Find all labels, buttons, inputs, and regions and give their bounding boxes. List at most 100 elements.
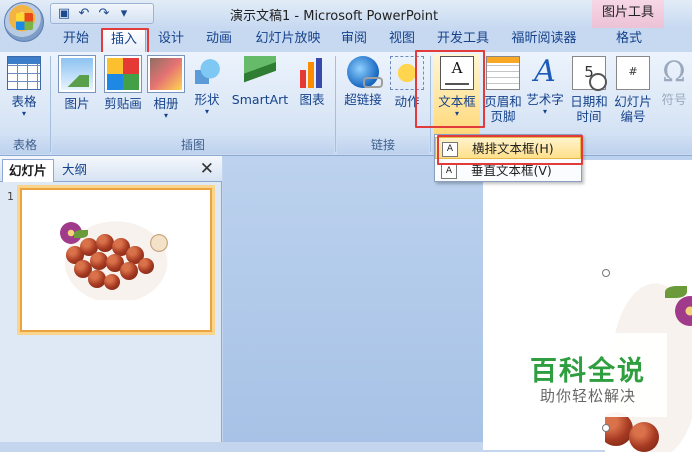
calendar-glyph: 5 [584, 63, 594, 81]
contextual-tab-picture-tools: 图片工具 [592, 0, 664, 28]
textbox-button[interactable]: A 文本框 ▾ [434, 54, 480, 134]
tab-home[interactable]: 开始 [56, 28, 96, 52]
tab-foxit[interactable]: 福昕阅读器 [504, 28, 584, 52]
garnish-leaf [74, 230, 88, 238]
horizontal-textbox-icon: A [442, 142, 458, 157]
wordart-button-label: 艺术字 [526, 92, 564, 107]
shapes-button[interactable]: 形状 ▾ [188, 54, 226, 116]
clipart-button[interactable]: 剪贴画 [100, 54, 146, 111]
tab-developer[interactable]: 开发工具 [430, 28, 496, 52]
action-icon [390, 56, 424, 90]
meatball [138, 258, 154, 274]
hyperlink-button-label: 超链接 [344, 92, 382, 107]
slides-panel: 幻灯片 大纲 ✕ 1 [0, 156, 222, 442]
undo-icon[interactable]: ↶ [77, 6, 91, 21]
tab-outline[interactable]: 大纲 [56, 159, 93, 181]
textbox-icon: A [440, 56, 474, 90]
picture-icon [58, 55, 96, 93]
hyperlink-button[interactable]: 超链接 [340, 54, 386, 107]
panel-tabs: 幻灯片 大纲 ✕ [0, 156, 222, 182]
hyperlink-icon [347, 56, 383, 88]
quick-access-toolbar: ▣ ↶ ↷ ▾ [50, 3, 154, 24]
chevron-down-icon: ▾ [21, 109, 26, 118]
wordart-button[interactable]: A 艺术字 ▾ [524, 54, 566, 117]
datetime-label-line2: 时间 [576, 109, 602, 124]
menu-item-vertical-textbox[interactable]: A 垂直文本框(V) [435, 160, 581, 182]
food-image [58, 216, 174, 300]
redo-icon[interactable]: ↷ [97, 6, 111, 21]
watermark-title: 百科全说 [530, 356, 646, 387]
smartart-button[interactable]: SmartArt [228, 54, 292, 107]
datetime-label: 日期和 [570, 94, 608, 109]
action-button-label: 动作 [394, 94, 420, 109]
album-icon [147, 55, 185, 93]
shapes-button-label: 形状 [194, 92, 220, 107]
symbol-icon: Ω [662, 55, 686, 88]
slide-thumbnail[interactable] [20, 188, 212, 332]
watermark: 百科全说 助你轻松解决 [509, 333, 667, 417]
tab-animations[interactable]: 动画 [198, 28, 240, 52]
tab-format[interactable]: 格式 [596, 28, 662, 52]
close-icon[interactable]: ✕ [200, 158, 214, 180]
sauce-dish [150, 234, 168, 252]
tab-review[interactable]: 审阅 [334, 28, 374, 52]
symbol-button[interactable]: Ω 符号 [656, 54, 692, 108]
header-footer-label: 页眉和 [484, 94, 522, 109]
meatball [120, 262, 138, 280]
picture-button[interactable]: 图片 [58, 54, 96, 111]
action-button[interactable]: 动作 [388, 54, 426, 109]
table-button[interactable]: 表格 ▾ [4, 54, 44, 118]
tab-slides[interactable]: 幻灯片 [2, 159, 54, 182]
resize-handle[interactable] [602, 269, 610, 277]
tab-insert[interactable]: 插入 [102, 28, 146, 53]
slide-number-label-line2: 编号 [620, 109, 646, 124]
shapes-icon [191, 56, 223, 88]
clipart-icon [104, 55, 142, 93]
table-icon [7, 56, 41, 90]
header-footer-button[interactable]: 页眉和 页脚 [482, 54, 524, 124]
chevron-down-icon: ▾ [542, 107, 547, 116]
watermark-subtitle: 助你轻松解决 [539, 387, 636, 405]
window-title: 演示文稿1 - Microsoft PowerPoint [230, 9, 439, 24]
tab-design[interactable]: 设计 [150, 28, 192, 52]
slide-number-button[interactable]: # 幻灯片 编号 [612, 54, 654, 124]
group-divider [335, 56, 336, 152]
meatball [104, 274, 120, 290]
menu-item-horizontal-textbox[interactable]: A 横排文本框(H) [435, 137, 581, 159]
slide-number: 1 [7, 190, 14, 203]
office-button[interactable] [4, 2, 44, 42]
smartart-icon [244, 56, 276, 88]
album-button[interactable]: 相册 ▾ [147, 54, 185, 120]
symbol-button-label: 符号 [661, 92, 687, 107]
album-button-label: 相册 [153, 96, 179, 111]
chart-button-label: 图表 [299, 92, 325, 107]
header-footer-label-line2: 页脚 [490, 109, 516, 124]
chevron-down-icon: ▾ [454, 109, 459, 118]
ribbon: 表格 ▾ 表格 图片 剪贴画 相册 ▾ 形状 ▾ SmartArt 图表 插图 … [0, 50, 692, 156]
menu-item-label: 垂直文本框(V) [471, 163, 552, 178]
ribbon-tabs: 开始 插入 设计 动画 幻灯片放映 审阅 视图 开发工具 福昕阅读器 格式 [0, 28, 692, 54]
menu-item-label: 横排文本框(H) [472, 141, 554, 156]
group-label-illustrations: 插图 [52, 136, 334, 154]
textbox-dropdown-menu: A 横排文本框(H) A 垂直文本框(V) [434, 134, 583, 182]
chevron-down-icon: ▾ [204, 107, 209, 116]
smartart-button-label: SmartArt [231, 92, 289, 107]
group-divider [430, 56, 431, 152]
chart-button[interactable]: 图表 [294, 54, 330, 107]
group-divider [50, 56, 51, 152]
garnish-flower [675, 296, 692, 326]
save-icon[interactable]: ▣ [57, 6, 71, 21]
customize-icon[interactable]: ▾ [117, 6, 131, 21]
chart-icon [296, 56, 328, 88]
tab-slideshow[interactable]: 幻灯片放映 [248, 28, 328, 52]
datetime-icon: 5 [572, 56, 607, 91]
picture-button-label: 图片 [64, 96, 90, 111]
clipart-button-label: 剪贴画 [104, 96, 142, 111]
group-label-links: 链接 [337, 136, 429, 154]
group-label-table: 表格 [0, 136, 50, 154]
resize-handle[interactable] [602, 424, 610, 432]
vertical-textbox-icon: A [441, 164, 457, 179]
datetime-button[interactable]: 5 日期和 时间 [568, 54, 610, 124]
office-logo-icon [16, 13, 33, 30]
tab-view[interactable]: 视图 [382, 28, 422, 52]
